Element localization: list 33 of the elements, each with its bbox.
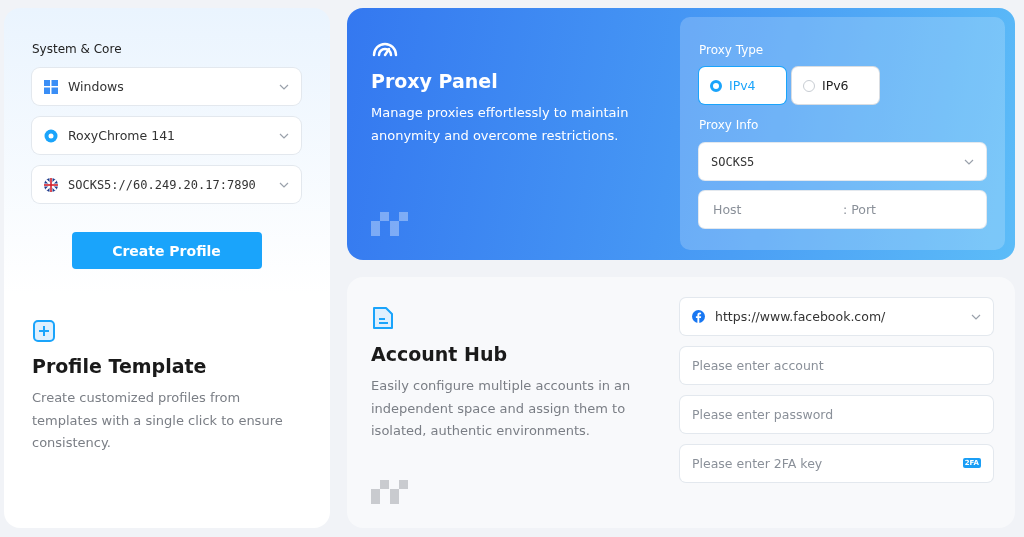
card-description: Manage proxies effortlessly to maintain anonymity and overcome restrictions.: [371, 104, 630, 145]
facebook-icon: [692, 310, 705, 323]
proxy-type-option[interactable]: IPv6: [792, 67, 879, 104]
browser-icon: [44, 128, 58, 143]
plus-square-icon: [32, 319, 56, 343]
website-select[interactable]: https://www.facebook.com/: [680, 298, 993, 335]
card-title: Proxy Panel: [371, 70, 499, 92]
chevron-icon: [279, 181, 289, 188]
chevron-icon: [971, 313, 981, 320]
card-description: Create customized profiles from templates with a single click to ensure consistency.: [32, 389, 284, 452]
section-label: System & Core: [32, 42, 123, 56]
windows-icon: [44, 79, 58, 94]
select-field[interactable]: SOCKS5://60.249.20.17:7890: [32, 166, 301, 203]
text-field[interactable]: Please enter account: [680, 347, 993, 384]
port-input[interactable]: : Port: [841, 201, 974, 218]
chevron-icon: [964, 158, 974, 165]
card-title: Account Hub: [371, 343, 509, 365]
card-description: Easily configure multiple accounts in an independent space and assign them to isolated, authentic environments.: [371, 377, 632, 440]
host-port-field[interactable]: Host : Port: [699, 191, 986, 228]
pixel-logo-icon: [371, 480, 409, 504]
select-field[interactable]: Windows: [32, 68, 301, 105]
proxy-type-label: Proxy Type: [699, 43, 765, 57]
chevron-icon: [279, 83, 289, 90]
pixel-logo-icon: [371, 212, 409, 236]
chevron-icon: [279, 132, 289, 139]
host-input[interactable]: Host: [711, 201, 831, 218]
document-icon: [371, 305, 395, 331]
protocol-select[interactable]: SOCKS5: [699, 143, 986, 180]
proxy-info-label: Proxy Info: [699, 118, 760, 132]
flag-icon: [44, 177, 58, 192]
select-field[interactable]: RoxyChrome 141: [32, 117, 301, 154]
card-title: Profile Template: [32, 355, 208, 377]
text-field[interactable]: Please enter password: [680, 396, 993, 433]
